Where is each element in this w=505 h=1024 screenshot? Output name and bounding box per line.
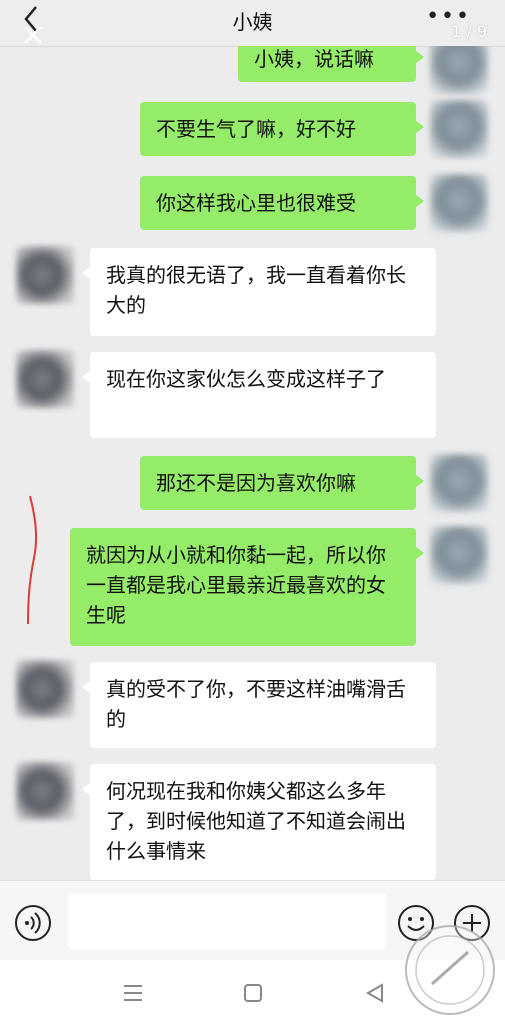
message-bubble-sent[interactable]: 就因为从小就和你黏一起，所以你一直都是我心里最亲近最喜欢的女生呢 (70, 528, 424, 646)
avatar[interactable] (430, 454, 488, 512)
avatar[interactable] (430, 100, 488, 158)
close-icon[interactable] (22, 24, 44, 46)
avatar[interactable] (16, 660, 74, 718)
message-bubble-received[interactable]: 我真的很无语了，我一直看着你长大的 (82, 248, 436, 336)
message-bubble-received[interactable]: 何况现在我和你姨父都这么多年了，到时候他知道了不知道会闹出什么事情来 (82, 764, 436, 880)
watermark-logo (405, 925, 495, 1015)
avatar[interactable] (16, 762, 74, 820)
red-scribble-mark (27, 495, 38, 625)
avatar[interactable] (16, 246, 74, 304)
chat-header: 小姨 ••• 1 / 9 (0, 0, 505, 47)
image-page-counter: 1 / 9 (451, 22, 487, 41)
menu-icon[interactable] (118, 978, 148, 1008)
message-bubble-sent[interactable]: 你这样我心里也很难受 (140, 176, 424, 230)
message-bubble-sent[interactable]: 那还不是因为喜欢你嘛 (140, 456, 424, 510)
avatar[interactable] (430, 174, 488, 232)
home-square-icon[interactable] (238, 978, 268, 1008)
avatar[interactable] (430, 46, 488, 94)
message-bubble-sent[interactable]: 不要生气了嘛，好不好 (140, 102, 424, 156)
voice-icon[interactable] (13, 903, 53, 943)
message-input[interactable] (68, 893, 386, 949)
message-list[interactable]: 小姨，说话嘛 不要生气了嘛，好不好 你这样我心里也很难受 我真的很无语了，我一直… (0, 46, 505, 880)
message-bubble-received[interactable]: 真的受不了你，不要这样油嘴滑舌的 (82, 662, 436, 748)
message-bubble-received[interactable]: 现在你这家伙怎么变成这样子了 (82, 352, 436, 438)
message-bubble-sent[interactable]: 小姨，说话嘛 (238, 46, 424, 82)
avatar[interactable] (16, 350, 74, 408)
back-triangle-icon[interactable] (360, 978, 390, 1008)
avatar[interactable] (430, 526, 488, 584)
